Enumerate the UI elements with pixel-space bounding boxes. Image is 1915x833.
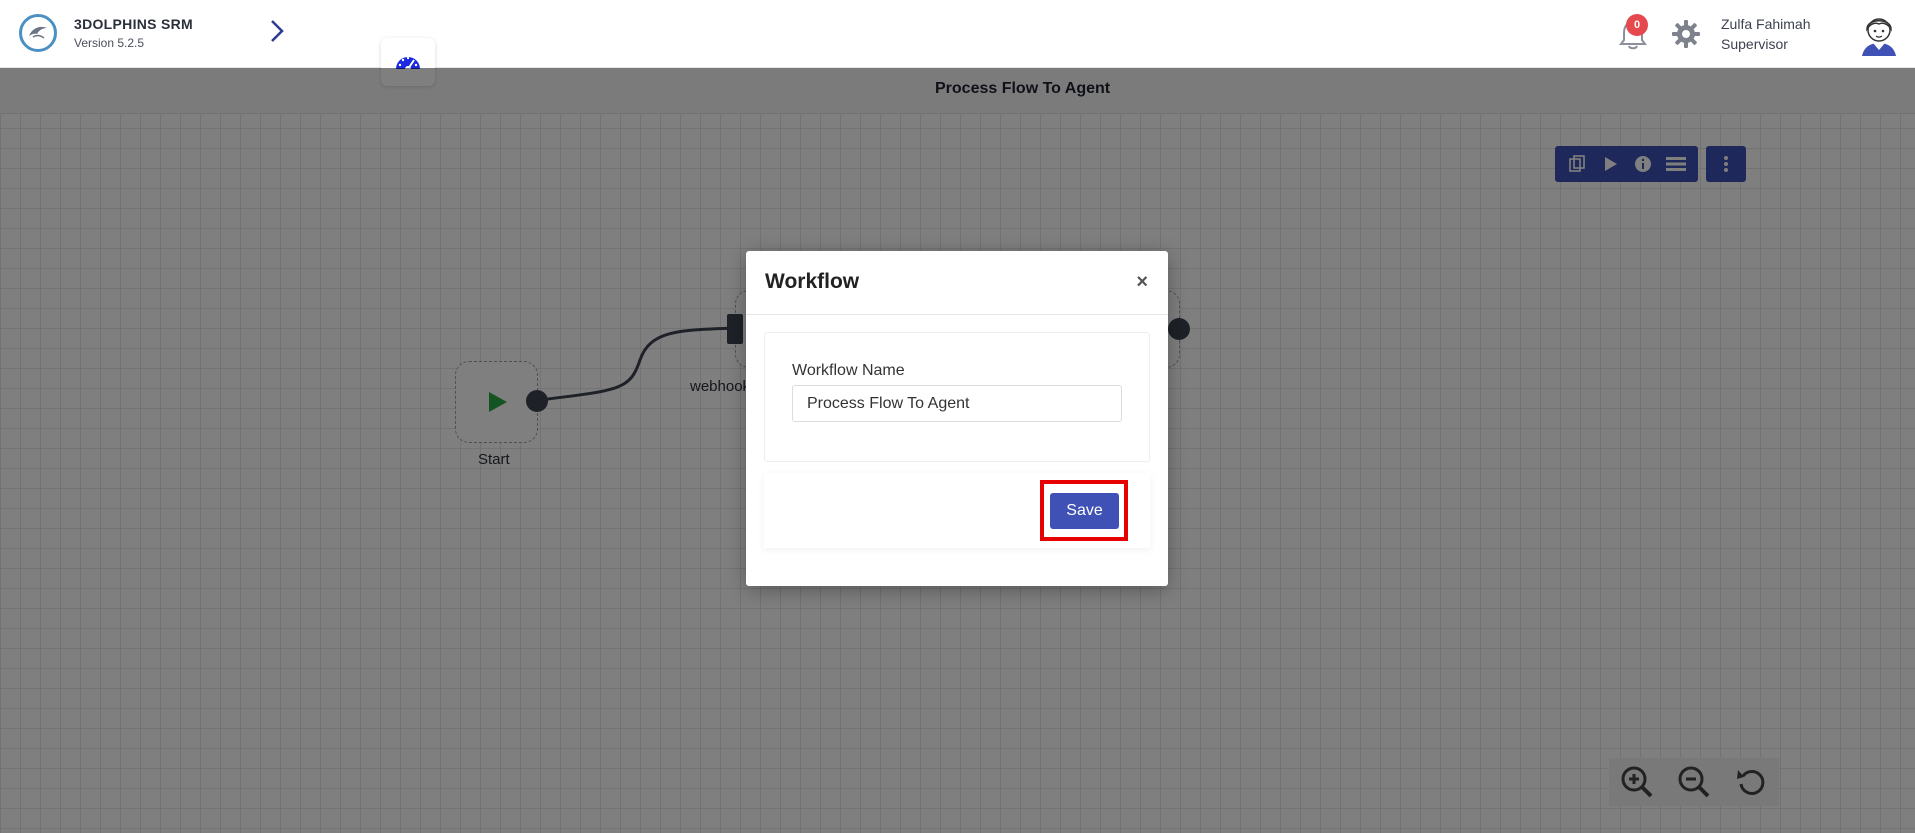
- top-header: 3DOLPHINS SRM Version 5.2.5 0 Zulfa Fahi…: [0, 0, 1915, 68]
- close-icon[interactable]: ×: [1136, 271, 1148, 294]
- avatar[interactable]: [1858, 12, 1900, 56]
- user-info[interactable]: Zulfa Fahimah Supervisor: [1721, 16, 1810, 52]
- workflow-name-input[interactable]: [792, 385, 1122, 422]
- save-button[interactable]: Save: [1050, 493, 1119, 529]
- settings-gear-icon[interactable]: [1670, 18, 1702, 50]
- dolphin-logo-icon: [19, 14, 57, 52]
- brand[interactable]: 3DOLPHINS SRM Version 5.2.5: [19, 14, 193, 52]
- modal-title: Workflow: [765, 270, 860, 293]
- notification-count-badge: 0: [1626, 14, 1648, 36]
- modal-header: Workflow ×: [746, 251, 1168, 315]
- app-version: Version 5.2.5: [74, 36, 145, 50]
- user-name: Zulfa Fahimah: [1721, 16, 1811, 32]
- workflow-name-label: Workflow Name: [792, 362, 905, 379]
- sidebar-toggle-chevron-right-icon[interactable]: [262, 14, 292, 48]
- brand-name: 3DOLPHINS SRM: [74, 16, 194, 32]
- workflow-modal: Workflow × Workflow Name Save: [746, 251, 1168, 586]
- user-role: Supervisor: [1721, 36, 1788, 52]
